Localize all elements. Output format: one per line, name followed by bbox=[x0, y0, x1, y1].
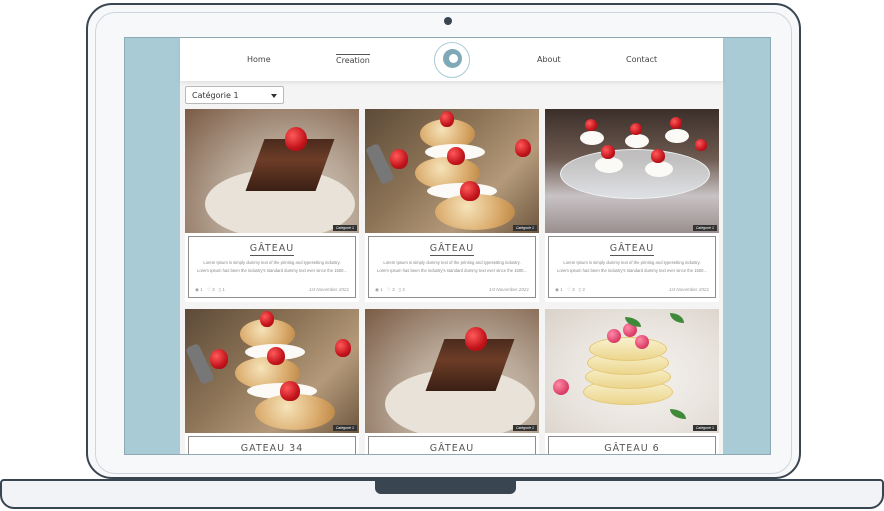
card-title: GATEAU 34 bbox=[240, 443, 304, 454]
card-info: GÂTEAU bbox=[368, 436, 536, 454]
cake-card[interactable]: Catégorie 1 GÂTEAU Lorem Ipsum is simply… bbox=[185, 109, 359, 302]
card-info: GÂTEAU 6 bbox=[548, 436, 716, 454]
eye-icon: ◉ bbox=[195, 287, 200, 292]
comment-icon: ▯ bbox=[398, 287, 402, 292]
cake-card[interactable]: Catégorie 1 GÂTEAU Lorem Ipsum is simply… bbox=[545, 109, 719, 302]
raspberry-pancakes-photo: Catégorie 1 bbox=[545, 309, 719, 433]
cake-card[interactable]: Catégorie 1 GATEAU 34 bbox=[185, 309, 359, 454]
laptop-notch bbox=[375, 481, 516, 494]
card-title: GÂTEAU bbox=[429, 443, 475, 454]
category-tag: Catégorie 1 bbox=[332, 225, 357, 231]
heart-icon[interactable]: ♡ bbox=[387, 287, 391, 292]
card-stats: ◉ 1 ♡ 3 ▯ 2 bbox=[555, 287, 585, 292]
card-description: Lorem Ipsum is simply dummy text of the … bbox=[377, 260, 527, 273]
camera-dot bbox=[444, 17, 452, 25]
comment-icon: ▯ bbox=[218, 287, 222, 292]
card-description: Lorem Ipsum is simply dummy text of the … bbox=[557, 260, 707, 273]
card-description: Lorem Ipsum is simply dummy text of the … bbox=[197, 260, 347, 273]
category-tag: Catégorie 1 bbox=[692, 425, 717, 431]
nav-about[interactable]: About bbox=[537, 55, 561, 64]
nav-contact[interactable]: Contact bbox=[626, 55, 657, 64]
chocolate-cake-photo: Catégorie 1 bbox=[185, 109, 359, 233]
logo-mark-icon bbox=[443, 49, 462, 68]
cake-card[interactable]: Catégorie 1 GÂTEAU bbox=[365, 309, 539, 454]
eye-icon: ◉ bbox=[555, 287, 560, 292]
category-tag: Catégorie 1 bbox=[692, 225, 717, 231]
cake-card[interactable]: Catégorie 1 GÂTEAU Lorem Ipsum is simply… bbox=[365, 109, 539, 302]
mini-tarts-photo: Catégorie 1 bbox=[545, 109, 719, 233]
chevron-down-icon bbox=[271, 94, 277, 98]
comment-icon: ▯ bbox=[578, 287, 582, 292]
website: Home Creation About Contact Catégorie 1 … bbox=[180, 38, 723, 454]
heart-icon[interactable]: ♡ bbox=[567, 287, 571, 292]
card-stats: ◉ 1 ♡ 3 ▯ 1 bbox=[195, 287, 225, 292]
card-date: 1st November 2021 bbox=[668, 287, 709, 292]
card-info: GÂTEAU Lorem Ipsum is simply dummy text … bbox=[188, 236, 356, 298]
card-date: 1st November 2021 bbox=[488, 287, 529, 292]
card-title: GÂTEAU bbox=[429, 243, 475, 256]
card-title: GÂTEAU bbox=[609, 243, 655, 256]
card-title: GÂTEAU bbox=[249, 243, 295, 256]
card-title: GÂTEAU 6 bbox=[604, 443, 660, 454]
laptop-screen: Home Creation About Contact Catégorie 1 … bbox=[124, 37, 771, 455]
card-info: GATEAU 34 bbox=[188, 436, 356, 454]
cake-card[interactable]: Catégorie 1 GÂTEAU 6 bbox=[545, 309, 719, 454]
category-select-value: Catégorie 1 bbox=[192, 91, 239, 100]
nav-creation[interactable]: Creation bbox=[336, 54, 370, 65]
nav-home[interactable]: Home bbox=[247, 55, 271, 64]
card-info: GÂTEAU Lorem Ipsum is simply dummy text … bbox=[548, 236, 716, 298]
card-info: GÂTEAU Lorem Ipsum is simply dummy text … bbox=[368, 236, 536, 298]
eye-icon: ◉ bbox=[375, 287, 380, 292]
category-tag: Catégorie 1 bbox=[512, 225, 537, 231]
cream-puff-photo: Catégorie 1 bbox=[365, 109, 539, 233]
heart-icon[interactable]: ♡ bbox=[207, 287, 211, 292]
card-date: 1st November 2021 bbox=[308, 287, 349, 292]
site-logo[interactable] bbox=[434, 42, 470, 78]
category-tag: Catégorie 1 bbox=[332, 425, 357, 431]
card-stats: ◉ 1 ♡ 3 ▯ 2 bbox=[375, 287, 405, 292]
chocolate-cake-photo: Catégorie 1 bbox=[365, 309, 539, 433]
category-select[interactable]: Catégorie 1 bbox=[185, 86, 284, 104]
category-tag: Catégorie 1 bbox=[512, 425, 537, 431]
top-nav: Home Creation About Contact bbox=[180, 38, 723, 81]
cream-puff-photo: Catégorie 1 bbox=[185, 309, 359, 433]
